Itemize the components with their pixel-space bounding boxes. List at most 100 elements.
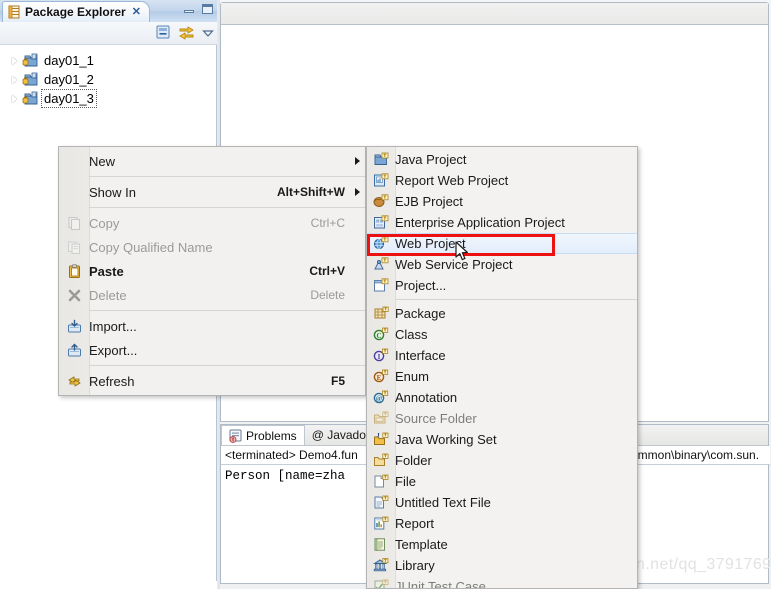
package-icon — [367, 306, 395, 321]
tree-item-label: day01_2 — [44, 72, 94, 87]
submenu-item-project[interactable]: Project... — [367, 275, 637, 296]
untitled-text-file-icon — [367, 495, 395, 510]
tree-item-day01_1[interactable]: day01_1 — [0, 51, 216, 70]
submenu-item-java-project[interactable]: Java Project — [367, 149, 637, 170]
editor-tab-bar[interactable] — [221, 3, 768, 25]
refresh-icon — [59, 374, 89, 389]
submenu-item-web-project[interactable]: Web Project — [367, 233, 637, 254]
submenu-item-enterprise-application-project[interactable]: Enterprise Application Project — [367, 212, 637, 233]
menu-item-copy: Copy Ctrl+C — [59, 211, 365, 235]
menu-item-new[interactable]: New — [59, 149, 365, 173]
collapse-all-icon[interactable] — [156, 25, 171, 43]
view-menu-icon[interactable] — [202, 27, 214, 42]
library-icon — [367, 558, 395, 573]
submenu-item-junit-test-case[interactable]: JUnit Test Case — [367, 576, 637, 588]
chevron-right-icon[interactable] — [10, 56, 19, 65]
submenu-item-label: Web Service Project — [395, 257, 513, 272]
tree-item-label: day01_1 — [44, 53, 94, 68]
minimize-icon[interactable] — [183, 4, 196, 15]
copy-qualified-name-icon — [59, 240, 89, 255]
menu-item-accel: Ctrl+V — [309, 264, 345, 278]
enterprise-application-project-icon — [367, 215, 395, 230]
copy-icon — [59, 216, 89, 231]
tree-item-label: day01_3 — [41, 89, 97, 108]
submenu-item-label: Project... — [395, 278, 447, 293]
svg-text:@: @ — [376, 395, 383, 403]
tab-problems[interactable]: Problems — [221, 425, 305, 445]
class-icon: C — [367, 327, 395, 342]
chevron-right-icon[interactable] — [10, 75, 19, 84]
template-icon — [367, 537, 395, 552]
submenu-item-source-folder[interactable]: Source Folder — [367, 408, 637, 429]
menu-item-label: Export... — [89, 342, 138, 358]
submenu-item-label: Annotation — [395, 390, 458, 405]
submenu-item-label: Report — [395, 516, 435, 531]
link-with-editor-icon[interactable] — [178, 25, 195, 43]
menu-item-show-in[interactable]: Show In Alt+Shift+W — [59, 180, 365, 204]
package-explorer-toolbar — [0, 22, 218, 45]
ejb-project-icon — [367, 194, 395, 209]
project-icon — [367, 278, 395, 293]
chevron-right-icon[interactable] — [10, 94, 19, 103]
close-icon[interactable]: ✕ — [132, 6, 141, 18]
submenu-item-label: File — [395, 474, 416, 489]
submenu-item-label: Java Working Set — [395, 432, 497, 447]
submenu-item-class[interactable]: C Class — [367, 324, 637, 345]
submenu-item-package[interactable]: Package — [367, 303, 637, 324]
package-explorer-title: Package Explorer — [25, 5, 126, 19]
submenu-item-java-working-set[interactable]: J Java Working Set — [367, 429, 637, 450]
submenu-item-template[interactable]: Template — [367, 534, 637, 555]
menu-separator — [89, 365, 365, 366]
report-icon — [367, 516, 395, 531]
menu-separator — [89, 176, 365, 177]
submenu-item-label: Source Folder — [395, 411, 477, 426]
submenu-item-report[interactable]: Report — [367, 513, 637, 534]
view-window-controls — [183, 4, 214, 15]
tab-package-explorer[interactable]: Package Explorer ✕ — [2, 1, 150, 22]
submenu-item-report-web-project[interactable]: Report Web Project — [367, 170, 637, 191]
menu-item-accel: Alt+Shift+W — [277, 185, 345, 199]
menu-item-label: Copy — [89, 215, 120, 231]
enum-icon: E — [367, 369, 395, 384]
submenu-item-untitled-text-file[interactable]: Untitled Text File — [367, 492, 637, 513]
submenu-item-label: Folder — [395, 453, 432, 468]
context-menu[interactable]: New Show In Alt+Shift+W Copy Ctrl+C Copy… — [58, 146, 366, 396]
tab-problems-label: Problems — [246, 428, 297, 443]
interface-icon: I — [367, 348, 395, 363]
menu-item-accel: F5 — [330, 374, 345, 388]
menu-item-delete: Delete Delete — [59, 283, 365, 307]
menu-item-paste[interactable]: Paste Ctrl+V — [59, 259, 365, 283]
submenu-item-label: Untitled Text File — [395, 495, 491, 510]
svg-text:E: E — [377, 374, 382, 382]
submenu-item-folder[interactable]: Folder — [367, 450, 637, 471]
menu-item-import[interactable]: Import... — [59, 314, 365, 338]
submenu-item-enum[interactable]: E Enum — [367, 366, 637, 387]
package-explorer-icon — [7, 5, 21, 19]
eclipse-workbench: Problems @ Javadoc <terminated> Demo4.fu… — [0, 0, 771, 589]
tree-item-day01_2[interactable]: day01_2 — [0, 70, 216, 89]
menu-item-label: New — [89, 153, 116, 169]
submenu-item-library[interactable]: Library — [367, 555, 637, 576]
submenu-item-label: Report Web Project — [395, 173, 509, 188]
tab-javadoc-label: @ Javadoc — [311, 428, 372, 442]
svg-text:C: C — [376, 332, 381, 340]
menu-item-label: Show In — [89, 184, 136, 200]
tree-item-day01_3[interactable]: day01_3 — [0, 89, 216, 108]
java-project-icon — [22, 53, 39, 69]
menu-item-refresh[interactable]: Refresh F5 — [59, 369, 365, 393]
java-project-icon — [22, 91, 39, 107]
menu-item-label: Refresh — [89, 373, 135, 389]
new-submenu[interactable]: Java Project Report Web Project EJB Proj… — [366, 146, 638, 589]
console-path-overflow: ommon\binary\com.sun. — [631, 446, 770, 465]
submenu-item-file[interactable]: File — [367, 471, 637, 492]
menu-item-export[interactable]: Export... — [59, 338, 365, 362]
submenu-item-ejb-project[interactable]: EJB Project — [367, 191, 637, 212]
submenu-item-annotation[interactable]: @ Annotation — [367, 387, 637, 408]
export-icon — [59, 343, 89, 358]
submenu-separator — [395, 299, 637, 300]
maximize-icon[interactable] — [201, 4, 214, 15]
svg-text:I: I — [378, 353, 381, 361]
menu-item-label: Import... — [89, 318, 137, 334]
submenu-item-interface[interactable]: I Interface — [367, 345, 637, 366]
submenu-item-web-service-project[interactable]: Web Service Project — [367, 254, 637, 275]
